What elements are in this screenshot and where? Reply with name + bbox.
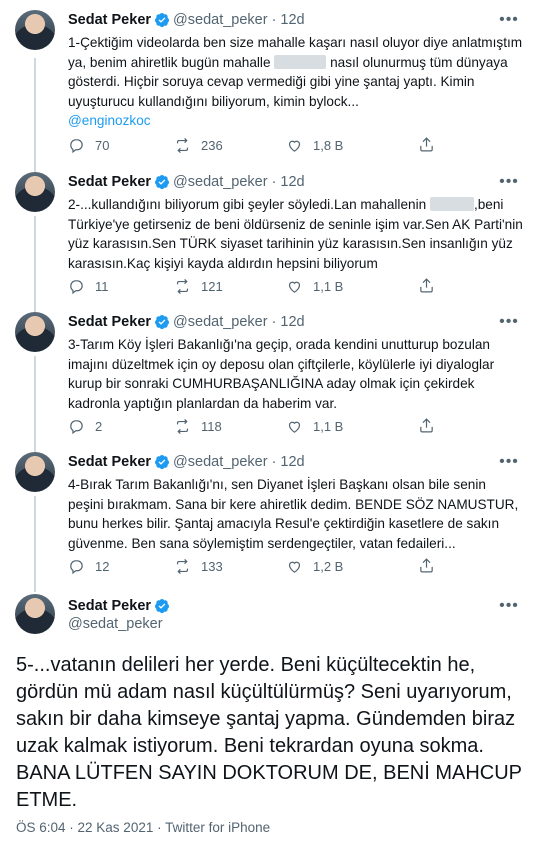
author-handle[interactable]: @sedat_peker [173,174,268,190]
tweet-text: 4-Bırak Tarım Bakanlığı'nı, sen Diyanet … [68,477,519,551]
author-handle[interactable]: @sedat_peker [173,12,268,28]
separator: · [271,314,277,330]
timestamp[interactable]: 12d [280,12,304,28]
author-handle[interactable]: @sedat_peker [68,615,173,634]
redaction [429,197,474,211]
author-handle[interactable]: @sedat_peker [173,314,268,330]
tweet-actions: 11 121 1,1 B [68,276,368,296]
avatar[interactable] [15,452,55,492]
thread-connector [34,216,36,312]
tweet-header: Sedat Peker @sedat_peker · 12d [68,312,305,332]
more-dots-icon[interactable]: ••• [499,10,519,30]
retweet-icon [176,418,189,434]
verified-badge-icon [155,13,170,28]
reply-icon [70,419,83,434]
share-icon[interactable] [418,557,435,574]
like-count: 1,1 B [313,278,344,294]
like-icon [288,140,301,152]
tweet-actions: 12 133 1,2 B [68,556,368,576]
share-icon[interactable] [418,136,435,153]
tweet-meta[interactable]: ÖS 6:04 · 22 Kas 2021 · Twitter for iPho… [16,820,270,835]
more-dots-icon[interactable]: ••• [499,596,519,616]
timestamp[interactable]: 12d [280,174,304,190]
tweet-text: 1-Çektiğim videolarda ben size mahalle k… [68,35,523,128]
reply-button[interactable]: 70 [68,135,109,155]
author-name[interactable]: Sedat Peker [68,454,151,470]
like-count: 1,8 B [313,137,344,153]
timestamp[interactable]: 12d [280,454,304,470]
like-button[interactable]: 1,2 B [286,556,343,576]
redaction [274,54,327,69]
thread-connector [34,356,36,452]
avatar[interactable] [15,312,55,352]
retweet-button[interactable]: 118 [174,416,222,436]
reply-icon [70,138,83,153]
reply-button[interactable]: 12 [68,556,109,576]
like-button[interactable]: 1,1 B [286,416,343,436]
mention-link[interactable]: @enginozkoc [68,113,151,128]
separator: · [271,454,277,470]
reply-icon [70,279,83,294]
main-tweet-text: 5-...vatanın delileri her yerde. Beni kü… [16,654,522,811]
like-icon [288,421,301,433]
like-icon [288,281,301,293]
tweet-actions: 2 118 1,1 B [68,416,368,436]
retweet-count: 236 [201,137,223,153]
avatar[interactable] [15,10,55,50]
more-dots-icon[interactable]: ••• [499,312,519,332]
thread-connector [34,58,36,172]
retweet-button[interactable]: 133 [174,556,223,576]
like-count: 1,1 B [313,418,344,434]
verified-badge-icon [155,175,170,190]
reply-button[interactable]: 11 [68,276,109,296]
share-icon[interactable] [418,417,435,434]
share-icon[interactable] [418,277,435,294]
retweet-count: 118 [201,418,222,434]
reply-count: 11 [95,278,109,294]
author-handle[interactable]: @sedat_peker [173,454,268,470]
tweet-text: 3-Tarım Köy İşleri Bakanlığı'na geçip, o… [68,337,495,411]
more-dots-icon[interactable]: ••• [499,452,519,472]
like-icon [288,561,301,573]
like-count: 1,2 B [313,558,344,574]
reply-button[interactable]: 2 [68,416,102,436]
retweet-icon [176,278,189,294]
reply-icon [70,559,83,574]
retweet-icon [176,558,189,574]
reply-count: 70 [95,137,110,153]
author-name[interactable]: Sedat Peker [68,12,151,28]
tweet-header: Sedat Peker @sedat_peker · 12d [68,10,305,30]
tweet-actions: 70 236 1,8 B [68,135,368,155]
thread-connector [34,496,36,592]
tweet-text: 2-...kullandığını biliyorum gibi şeyler … [68,197,523,271]
more-dots-icon[interactable]: ••• [499,172,519,192]
separator: · [271,174,277,190]
avatar[interactable] [15,594,55,634]
verified-badge-icon [155,455,170,470]
main-tweet-header: Sedat Peker @sedat_peker [68,596,173,634]
author-name[interactable]: Sedat Peker [68,174,151,190]
verified-badge-icon [155,315,170,330]
retweet-icon [176,137,189,153]
retweet-count: 121 [201,278,223,294]
author-name[interactable]: Sedat Peker [68,314,151,330]
like-button[interactable]: 1,1 B [286,276,343,296]
avatar[interactable] [15,172,55,212]
author-name[interactable]: Sedat Peker [68,598,151,614]
tweet-header: Sedat Peker @sedat_peker · 12d [68,452,305,472]
reply-count: 2 [95,418,103,434]
timestamp[interactable]: 12d [280,314,304,330]
like-button[interactable]: 1,8 B [286,135,343,155]
reply-count: 12 [95,558,110,574]
verified-badge-icon [155,598,170,613]
retweet-button[interactable]: 236 [174,135,223,155]
retweet-button[interactable]: 121 [174,276,223,296]
separator: · [271,12,277,28]
tweet-header: Sedat Peker @sedat_peker · 12d [68,172,305,192]
retweet-count: 133 [201,558,223,574]
